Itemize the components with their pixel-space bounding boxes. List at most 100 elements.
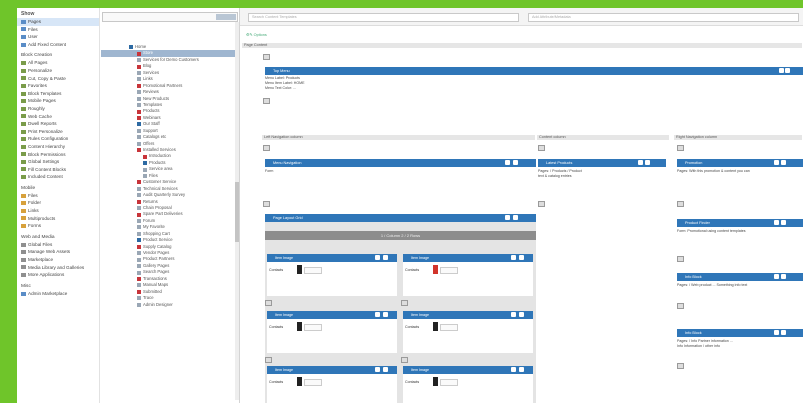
- attribute-search-input[interactable]: Add Attribute/Metadata: [528, 13, 799, 22]
- left-nav-item[interactable]: Dwell Reports: [17, 120, 99, 128]
- left-nav-item[interactable]: Links: [17, 207, 99, 215]
- delete-icon[interactable]: [785, 68, 790, 73]
- tree-search-buttons[interactable]: [216, 14, 236, 20]
- delete-icon[interactable]: [781, 274, 786, 279]
- left-nav-item[interactable]: Files: [17, 26, 99, 34]
- grid-cell[interactable]: Item Image Contacts: [403, 254, 533, 296]
- add-block-icon[interactable]: [677, 200, 685, 207]
- left-nav-item[interactable]: Fill Content Blocks: [17, 166, 99, 174]
- edit-icon[interactable]: [779, 68, 784, 73]
- image-thumbnail[interactable]: [433, 322, 438, 331]
- edit-icon[interactable]: [774, 330, 779, 335]
- left-nav-item[interactable]: Mobile Pages: [17, 97, 99, 105]
- block-menu-navigation-header[interactable]: Menu Navigation: [265, 159, 536, 167]
- delete-icon[interactable]: [519, 367, 524, 372]
- left-nav-item[interactable]: Marketplace: [17, 256, 99, 264]
- cell-header[interactable]: Item Image: [267, 366, 397, 374]
- edit-icon[interactable]: [774, 274, 779, 279]
- tree-node[interactable]: Admin Designer: [101, 302, 235, 308]
- left-nav-item[interactable]: Forms: [17, 222, 99, 230]
- left-nav-item[interactable]: More Applications: [17, 271, 99, 279]
- left-nav-item[interactable]: Pages: [17, 18, 99, 26]
- left-nav-item[interactable]: All Pages: [17, 59, 99, 67]
- edit-icon[interactable]: [511, 367, 516, 372]
- left-nav-item[interactable]: Rules Configuration: [17, 135, 99, 143]
- edit-icon[interactable]: [375, 367, 380, 372]
- left-nav-item[interactable]: Add Fixed Content: [17, 41, 99, 49]
- block-top-menu-header[interactable]: Top Menu: [265, 67, 803, 75]
- delete-icon[interactable]: [513, 215, 518, 220]
- image-thumbnail[interactable]: [297, 265, 302, 274]
- left-nav-item[interactable]: Print Personalize: [17, 128, 99, 136]
- block-latest-products-header[interactable]: Latest Products: [538, 159, 666, 167]
- block-promotion-header[interactable]: Promotion: [677, 159, 803, 167]
- cell-header[interactable]: Item Image: [267, 311, 397, 319]
- edit-icon[interactable]: [511, 255, 516, 260]
- add-block-icon[interactable]: [263, 53, 271, 60]
- block-grid-header[interactable]: Page Layout Grid: [265, 214, 536, 222]
- block-product-finder-header[interactable]: Product Finder: [677, 219, 803, 227]
- add-block-icon[interactable]: [538, 144, 546, 151]
- image-thumbnail[interactable]: [297, 377, 302, 386]
- block-info2-header[interactable]: Info Block: [677, 329, 803, 337]
- add-block-icon[interactable]: [401, 299, 409, 306]
- left-nav-item[interactable]: Included Content: [17, 173, 99, 181]
- left-nav-item[interactable]: Favorites: [17, 82, 99, 90]
- grid-cell[interactable]: Item Image Contacts: [267, 366, 397, 403]
- tree-search-input[interactable]: [102, 12, 238, 22]
- add-block-icon[interactable]: [538, 200, 546, 207]
- delete-icon[interactable]: [781, 330, 786, 335]
- grid-cell[interactable]: Item Image Contacts: [267, 311, 397, 353]
- grid-cell[interactable]: Item Image Contacts: [267, 254, 397, 296]
- edit-icon[interactable]: [375, 255, 380, 260]
- delete-icon[interactable]: [781, 160, 786, 165]
- cell-header[interactable]: Item Image: [403, 254, 533, 262]
- left-nav-item[interactable]: Web Cache: [17, 113, 99, 121]
- add-block-icon[interactable]: [677, 302, 685, 309]
- delete-icon[interactable]: [781, 220, 786, 225]
- delete-icon[interactable]: [383, 367, 388, 372]
- delete-icon[interactable]: [519, 255, 524, 260]
- edit-icon[interactable]: [774, 160, 779, 165]
- left-nav-item[interactable]: User: [17, 33, 99, 41]
- left-nav-item[interactable]: Multiproducts: [17, 215, 99, 223]
- edit-icon[interactable]: [505, 215, 510, 220]
- add-block-icon[interactable]: [263, 144, 271, 151]
- add-block-icon[interactable]: [677, 144, 685, 151]
- left-nav-item[interactable]: Global Files: [17, 241, 99, 249]
- edit-icon[interactable]: [774, 220, 779, 225]
- image-thumbnail[interactable]: [297, 322, 302, 331]
- image-thumbnail[interactable]: [433, 265, 438, 274]
- delete-icon[interactable]: [645, 160, 650, 165]
- image-thumbnail[interactable]: [433, 377, 438, 386]
- tree-scrollbar[interactable]: [235, 22, 239, 400]
- content-search-input[interactable]: Search Content Templates: [248, 13, 519, 22]
- delete-icon[interactable]: [383, 312, 388, 317]
- delete-icon[interactable]: [513, 160, 518, 165]
- left-nav-item[interactable]: Content Hierarchy: [17, 143, 99, 151]
- options-icon[interactable]: ⚙✎: [246, 33, 254, 37]
- add-block-icon[interactable]: [263, 200, 271, 207]
- delete-icon[interactable]: [519, 312, 524, 317]
- left-nav-item[interactable]: Admin Marketplace: [17, 290, 99, 298]
- edit-icon[interactable]: [638, 160, 643, 165]
- grid-cell[interactable]: Item Image Contacts: [403, 366, 533, 403]
- add-block-icon[interactable]: [677, 255, 685, 262]
- left-nav-item[interactable]: Media Library and Galleries: [17, 264, 99, 272]
- options-toolbar[interactable]: ⚙✎ Options: [246, 32, 286, 38]
- left-nav-item[interactable]: Roughly: [17, 105, 99, 113]
- left-nav-item[interactable]: Files: [17, 192, 99, 200]
- left-nav-item[interactable]: Folder: [17, 199, 99, 207]
- add-block-icon[interactable]: [263, 97, 271, 104]
- add-block-icon[interactable]: [265, 356, 273, 363]
- grid-cell[interactable]: Item Image Contacts: [403, 311, 533, 353]
- edit-icon[interactable]: [375, 312, 380, 317]
- left-nav-item[interactable]: Global Settings: [17, 158, 99, 166]
- left-nav-item[interactable]: Manage Web Assets: [17, 248, 99, 256]
- left-nav-item[interactable]: Block Permissions: [17, 151, 99, 159]
- add-block-icon[interactable]: [401, 356, 409, 363]
- edit-icon[interactable]: [505, 160, 510, 165]
- cell-header[interactable]: Item Image: [403, 366, 533, 374]
- edit-icon[interactable]: [511, 312, 516, 317]
- delete-icon[interactable]: [383, 255, 388, 260]
